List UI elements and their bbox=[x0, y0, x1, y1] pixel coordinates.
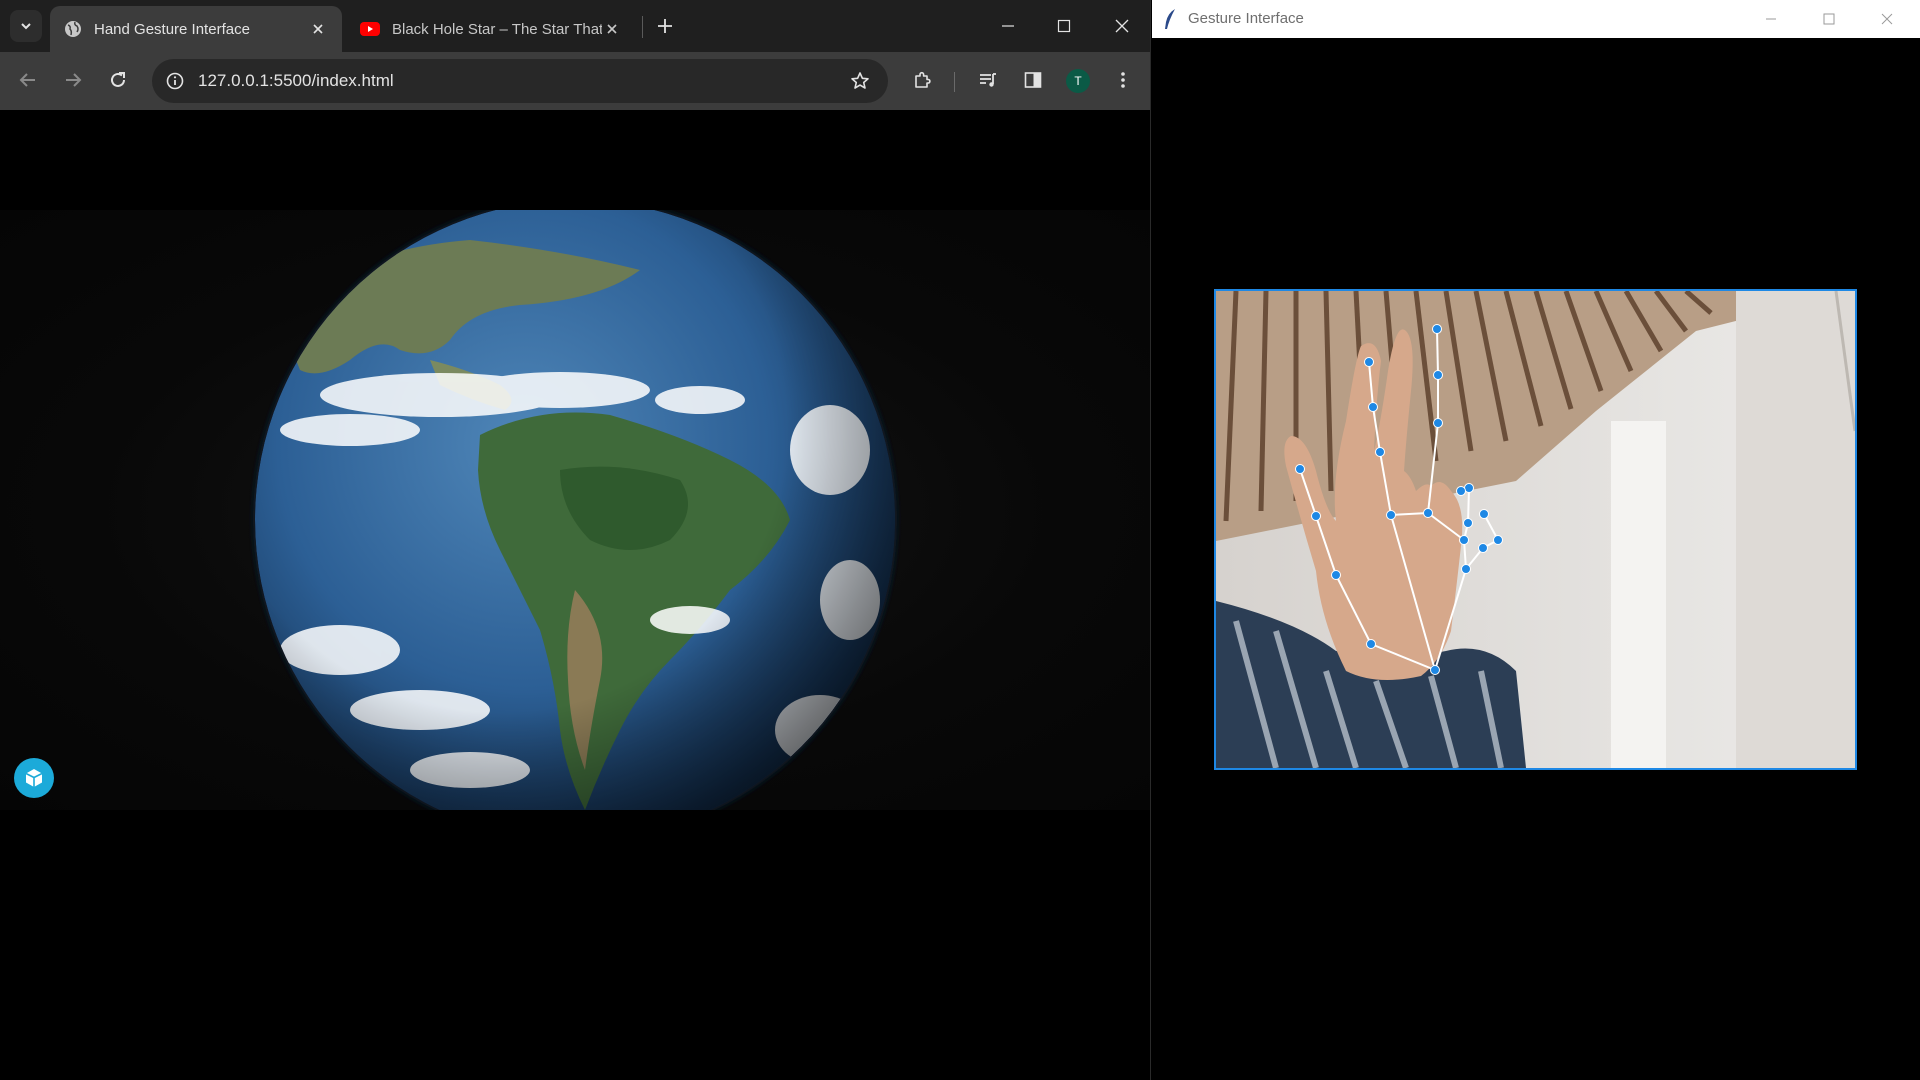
maximize-button[interactable] bbox=[1036, 0, 1092, 52]
close-icon bbox=[1115, 19, 1129, 33]
hand-landmark bbox=[1375, 447, 1385, 457]
sketchfab-icon bbox=[25, 769, 43, 787]
arrow-right-icon bbox=[66, 73, 82, 87]
hand-landmark bbox=[1364, 357, 1374, 367]
toolbar-divider bbox=[954, 72, 955, 92]
side-panel-button[interactable] bbox=[1015, 62, 1051, 98]
hand-landmark bbox=[1368, 402, 1378, 412]
hand-connection bbox=[1436, 328, 1439, 376]
tab-hand-gesture[interactable]: Hand Gesture Interface bbox=[50, 6, 342, 52]
hand-tracking-overlay bbox=[1216, 291, 1855, 768]
site-info-icon[interactable] bbox=[166, 72, 184, 90]
reload-icon bbox=[111, 72, 125, 87]
hand-connection bbox=[1467, 487, 1470, 524]
extensions-button[interactable] bbox=[904, 62, 940, 98]
gesture-window: Gesture Interface bbox=[1152, 0, 1920, 1080]
hand-landmark bbox=[1461, 564, 1471, 574]
forward-button[interactable] bbox=[55, 62, 91, 98]
hand-landmark bbox=[1430, 665, 1440, 675]
tab-title: Hand Gesture Interface bbox=[94, 20, 250, 38]
gesture-close-button[interactable] bbox=[1858, 0, 1916, 38]
bookmark-star-icon[interactable] bbox=[842, 63, 878, 99]
side-panel-icon bbox=[1024, 72, 1042, 88]
hand-landmark bbox=[1433, 370, 1443, 380]
minimize-icon bbox=[1002, 25, 1014, 27]
sketchfab-badge[interactable] bbox=[14, 758, 54, 798]
more-vert-icon bbox=[1121, 72, 1125, 88]
youtube-icon bbox=[360, 22, 380, 36]
feather-icon bbox=[1165, 9, 1175, 29]
profile-avatar[interactable]: T bbox=[1066, 69, 1090, 93]
globe-icon bbox=[65, 21, 81, 37]
tab-search-button[interactable] bbox=[10, 10, 42, 42]
model-viewer[interactable] bbox=[0, 210, 1150, 810]
arrow-left-icon bbox=[19, 73, 35, 87]
page-content bbox=[0, 110, 1150, 1080]
hand-landmark bbox=[1493, 535, 1503, 545]
chevron-down-icon bbox=[21, 23, 31, 30]
url-text[interactable]: 127.0.0.1:5500/index.html bbox=[198, 71, 842, 91]
hand-landmark bbox=[1386, 510, 1396, 520]
back-button[interactable] bbox=[10, 62, 46, 98]
gesture-titlebar: Gesture Interface bbox=[1152, 0, 1920, 38]
hand-landmark bbox=[1423, 508, 1433, 518]
tab-title: Black Hole Star – The Star That bbox=[392, 20, 602, 38]
hand-landmark bbox=[1456, 486, 1466, 496]
hand-landmark bbox=[1331, 570, 1341, 580]
hand-landmark bbox=[1311, 511, 1321, 521]
tab-strip: Hand Gesture Interface Black Hole Star –… bbox=[0, 0, 1150, 52]
hand-landmark bbox=[1432, 324, 1442, 334]
chrome-menu-button[interactable] bbox=[1105, 62, 1141, 98]
earth-globe-image bbox=[253, 210, 897, 810]
minimize-icon bbox=[1766, 18, 1776, 20]
hand-landmark bbox=[1459, 535, 1469, 545]
hand-landmark bbox=[1366, 639, 1376, 649]
hand-landmark bbox=[1433, 418, 1443, 428]
close-icon bbox=[1881, 13, 1893, 25]
gesture-minimize-button[interactable] bbox=[1742, 0, 1800, 38]
address-bar[interactable]: 127.0.0.1:5500/index.html bbox=[152, 59, 888, 103]
gesture-window-title: Gesture Interface bbox=[1188, 10, 1304, 27]
close-window-button[interactable] bbox=[1094, 0, 1150, 52]
puzzle-icon bbox=[915, 71, 931, 88]
hand-landmark bbox=[1463, 518, 1473, 528]
close-tab-icon[interactable] bbox=[602, 19, 622, 39]
minimize-button[interactable] bbox=[980, 0, 1036, 52]
hand-landmark bbox=[1479, 509, 1489, 519]
hand-landmark bbox=[1295, 464, 1305, 474]
hand-landmark bbox=[1478, 543, 1488, 553]
tab-black-hole-star[interactable]: Black Hole Star – The Star That bbox=[346, 6, 636, 52]
queue-music-icon bbox=[980, 73, 996, 87]
camera-feed bbox=[1214, 289, 1857, 770]
browser-toolbar: 127.0.0.1:5500/index.html T bbox=[0, 52, 1150, 110]
reload-button[interactable] bbox=[100, 62, 136, 98]
gesture-maximize-button[interactable] bbox=[1800, 0, 1858, 38]
close-tab-icon[interactable] bbox=[308, 19, 328, 39]
tab-divider bbox=[642, 16, 643, 38]
new-tab-button[interactable] bbox=[651, 12, 679, 40]
maximize-icon bbox=[1057, 19, 1071, 33]
maximize-icon bbox=[1823, 13, 1835, 25]
media-controls-button[interactable] bbox=[970, 62, 1006, 98]
browser-window: Hand Gesture Interface Black Hole Star –… bbox=[0, 0, 1151, 1080]
plus-icon bbox=[658, 19, 672, 33]
